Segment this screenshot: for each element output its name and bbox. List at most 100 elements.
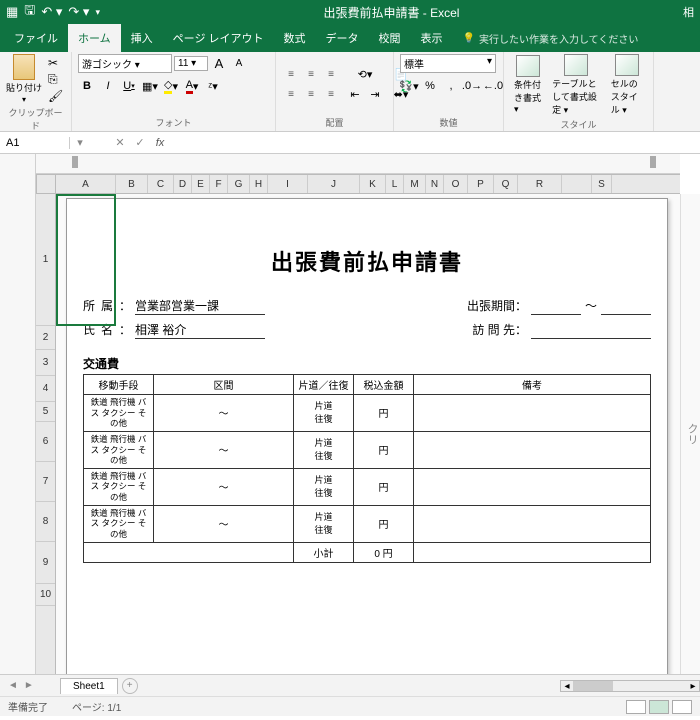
group-number: 数値	[400, 116, 497, 129]
period-label: 出張期間：	[467, 297, 527, 315]
th-transport: 移動手段	[84, 375, 154, 395]
font-size-select[interactable]: 11 ▾	[174, 56, 208, 71]
comma-button[interactable]: ,	[442, 77, 460, 95]
subtotal-value: 0 円	[354, 542, 414, 562]
bold-button[interactable]: B	[78, 77, 96, 95]
border-button[interactable]: ▦▾	[141, 77, 159, 95]
view-pagebreak-button[interactable]	[672, 700, 692, 714]
indent-inc-icon[interactable]: ⇥	[366, 85, 384, 103]
select-all-triangle[interactable]	[36, 174, 56, 194]
th-amount: 税込金額	[354, 375, 414, 395]
name-label: 氏名：	[83, 321, 131, 339]
copy-icon[interactable]: ⎘	[48, 72, 63, 87]
group-styles: スタイル	[510, 118, 647, 131]
name-value[interactable]: 相澤 裕介	[135, 321, 265, 339]
indent-dec-icon[interactable]: ⇤	[346, 85, 364, 103]
view-normal-button[interactable]	[626, 700, 646, 714]
undo-icon[interactable]: ↶ ▾	[41, 4, 62, 20]
conditional-format-button[interactable]: 条件付き書式 ▾	[510, 55, 546, 115]
tell-me[interactable]: 💡実行したい作業を入力してください	[453, 25, 649, 52]
section-title: 交通費	[83, 355, 651, 372]
tab-data[interactable]: データ	[316, 24, 369, 52]
fill-color-button[interactable]: ◇▾	[162, 77, 180, 95]
th-section: 区間	[154, 375, 294, 395]
name-box[interactable]: A1	[0, 137, 70, 149]
cell-styles-button[interactable]: セルのスタイル ▾	[607, 54, 647, 116]
phonetic-button[interactable]: ᶻ▾	[204, 77, 222, 95]
table-format-icon	[564, 54, 588, 76]
save-icon[interactable]: 🖫	[24, 1, 35, 23]
tab-nav-prev-icon[interactable]: ◄	[8, 680, 18, 691]
add-sheet-button[interactable]: +	[122, 678, 138, 694]
name-box-dropdown-icon[interactable]: ▾	[70, 136, 90, 149]
dest-value[interactable]	[531, 321, 651, 339]
period-to[interactable]	[601, 297, 651, 315]
redo-icon[interactable]: ↷ ▾	[68, 4, 89, 20]
status-ready: 準備完了	[8, 699, 48, 714]
font-name-select[interactable]: 游ゴシック ▾	[78, 54, 172, 73]
doc-title: 出張費前払申請書	[83, 245, 651, 277]
cond-format-icon	[516, 55, 540, 77]
table-row[interactable]: 鉄道 飛行機 バス タクシー その他～片道往復円	[84, 431, 651, 468]
tab-nav-next-icon[interactable]: ►	[24, 680, 34, 691]
decrease-font-icon[interactable]: A	[230, 55, 248, 73]
format-table-button[interactable]: テーブルとして書式設定 ▾	[548, 54, 605, 116]
vertical-ruler	[0, 154, 36, 674]
cut-icon[interactable]: ✂	[48, 56, 63, 70]
horizontal-ruler	[36, 154, 680, 174]
accounting-button[interactable]: 💱▾	[400, 77, 418, 95]
group-align: 配置	[282, 116, 387, 129]
scroll-right-icon[interactable]: ▸	[687, 681, 699, 691]
formula-confirm-icon[interactable]: ✓	[130, 136, 150, 149]
dec-decimal-icon[interactable]: ←.0	[484, 77, 502, 95]
status-page: ページ: 1/1	[72, 699, 121, 714]
affil-label: 所属：	[83, 297, 131, 315]
excel-icon: ▦	[6, 4, 18, 20]
table-row[interactable]: 鉄道 飛行機 バス タクシー その他～片道往復円	[84, 395, 651, 432]
account-corner: 相	[683, 4, 694, 20]
table-row[interactable]: 鉄道 飛行機 バス タクシー その他～片道往復円	[84, 468, 651, 505]
font-color-button[interactable]: A▾	[183, 77, 201, 95]
th-oneway: 片道／往復	[294, 375, 354, 395]
tab-view[interactable]: 表示	[411, 24, 453, 52]
tab-home[interactable]: ホーム	[68, 24, 121, 52]
inc-decimal-icon[interactable]: .0→	[463, 77, 481, 95]
horizontal-scrollbar[interactable]: ◂▸	[560, 680, 700, 692]
paste-button[interactable]: 貼り付け▾	[6, 54, 42, 104]
tab-file[interactable]: ファイル	[4, 24, 68, 52]
cell-style-icon	[615, 54, 639, 76]
clipboard-icon	[13, 54, 35, 80]
percent-button[interactable]: %	[421, 77, 439, 95]
table-row[interactable]: 鉄道 飛行機 バス タクシー その他～片道往復円	[84, 505, 651, 542]
right-taskpane-hint[interactable]: クリ	[680, 194, 700, 674]
alignment-grid[interactable]: ≡≡≡≡≡≡	[282, 65, 340, 103]
number-format-select[interactable]: 標準 ▾	[400, 54, 496, 73]
tab-review[interactable]: 校閲	[369, 24, 411, 52]
sheet-tab-1[interactable]: Sheet1	[60, 678, 118, 694]
format-painter-icon[interactable]: 🖌	[48, 89, 63, 103]
orientation-button[interactable]: ⟲▾	[346, 65, 384, 83]
italic-button[interactable]: I	[99, 77, 117, 95]
window-title: 出張費前払申請書 - Excel	[100, 4, 683, 21]
subtotal-label: 小計	[294, 542, 354, 562]
underline-button[interactable]: U ▾	[120, 77, 138, 95]
period-from[interactable]	[531, 297, 581, 315]
scroll-left-icon[interactable]: ◂	[561, 681, 573, 691]
expense-table: 移動手段 区間 片道／往復 税込金額 備考 鉄道 飛行機 バス タクシー その他…	[83, 374, 651, 563]
tab-layout[interactable]: ページ レイアウト	[163, 24, 274, 52]
group-font: フォント	[78, 116, 269, 129]
dest-label: 訪 問 先：	[472, 321, 527, 339]
group-clipboard: クリップボード	[6, 106, 65, 132]
formula-cancel-icon[interactable]: ✕	[110, 136, 130, 149]
lightbulb-icon: 💡	[463, 33, 475, 44]
affil-value[interactable]: 営業部営業一課	[135, 297, 265, 315]
column-headers[interactable]: ABCDEFGHIJKLMNOPQRS	[56, 174, 680, 194]
tab-insert[interactable]: 挿入	[121, 24, 163, 52]
fx-icon[interactable]: fx	[150, 137, 170, 149]
page-preview: 出張費前払申請書 所属：営業部営業一課 出張期間：～ 氏名：相澤 裕介 訪 問 …	[66, 198, 668, 678]
view-pagelayout-button[interactable]	[649, 700, 669, 714]
row-headers[interactable]: 12345678910	[36, 194, 56, 674]
th-note: 備考	[414, 375, 651, 395]
increase-font-icon[interactable]: A	[210, 55, 228, 73]
tab-formulas[interactable]: 数式	[274, 24, 316, 52]
